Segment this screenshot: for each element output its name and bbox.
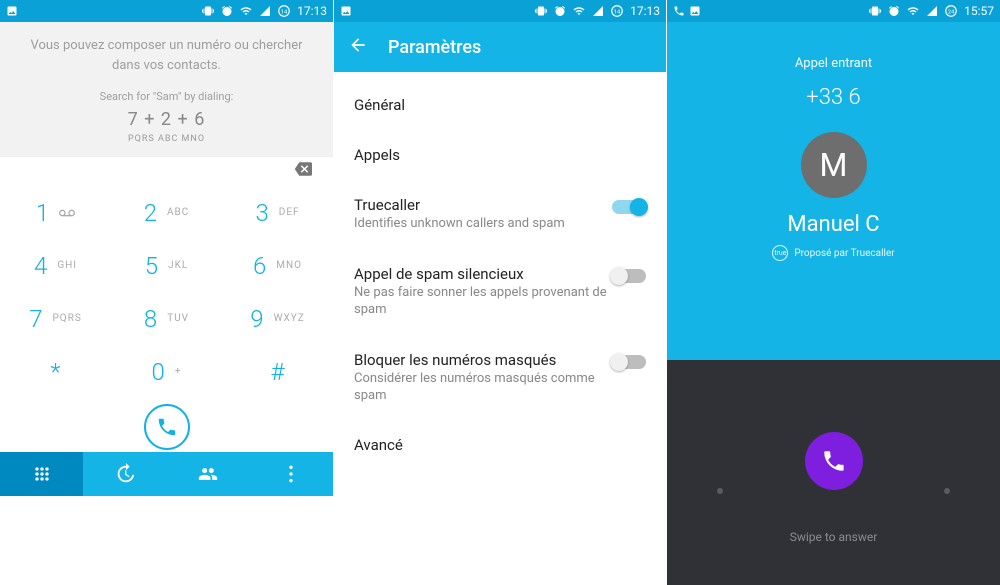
input-row [0, 156, 333, 186]
status-bar: 14 17:13 [0, 0, 333, 22]
status-bar: 24 15:57 [667, 0, 1000, 22]
clock: 17:13 [297, 4, 327, 18]
vibrate-icon [868, 5, 882, 17]
wifi-icon [572, 5, 586, 17]
back-button[interactable] [348, 35, 368, 60]
swipe-hint: Swipe to answer [790, 530, 878, 544]
signal-icon [259, 5, 271, 17]
settings-item-block-masked[interactable]: Bloquer les numéros masquésConsidérer le… [334, 335, 666, 421]
caller-avatar: M [801, 132, 867, 198]
dial-example-letters: PQRS ABC MNO [20, 133, 313, 147]
key-7[interactable]: 7PQRS [0, 292, 111, 345]
image-icon [689, 5, 701, 17]
svg-text:24: 24 [948, 9, 955, 15]
svg-text:14: 14 [614, 9, 621, 15]
swipe-dot-right [944, 488, 950, 494]
truecaller-toggle[interactable] [612, 200, 646, 214]
block-masked-toggle[interactable] [612, 355, 646, 369]
voicemail-icon [59, 208, 75, 218]
alarm-icon [221, 5, 233, 17]
silent-spam-toggle[interactable] [612, 269, 646, 283]
call-info-panel: Appel entrant +33 6 M Manuel C true Prop… [667, 22, 1000, 360]
settings-item-calls[interactable]: Appels [334, 130, 666, 180]
key-0[interactable]: 0+ [111, 345, 222, 398]
settings-item-truecaller[interactable]: TruecallerIdentifies unknown callers and… [334, 180, 666, 249]
dialer-hint-area: Vous pouvez composer un numéro ou cherch… [0, 22, 333, 156]
incoming-call-screen: 24 15:57 Appel entrant +33 6 M Manuel C … [667, 0, 1000, 585]
key-6[interactable]: 6MNO [222, 239, 333, 292]
call-status: Appel entrant [667, 56, 1000, 71]
battery-circle-icon: 24 [944, 4, 958, 18]
key-star[interactable]: * [0, 345, 111, 398]
keypad: 1 2ABC 3DEF 4GHI 5JKL 6MNO 7PQRS 8TUV 9W… [0, 186, 333, 398]
alarm-icon [888, 5, 900, 17]
settings-item-advanced[interactable]: Avancé [334, 420, 666, 470]
caller-number: +33 6 [667, 85, 1000, 110]
vibrate-icon [201, 5, 215, 17]
call-action-panel: Swipe to answer [667, 360, 1000, 585]
nav-contacts[interactable] [167, 452, 250, 496]
key-9[interactable]: 9WXYZ [222, 292, 333, 345]
swipe-dot-left [717, 488, 723, 494]
image-icon [340, 5, 352, 17]
backspace-button[interactable] [291, 160, 315, 182]
nav-dialpad[interactable] [0, 452, 83, 496]
key-hash[interactable]: # [222, 345, 333, 398]
key-1[interactable]: 1 [0, 186, 111, 239]
nav-recents[interactable] [83, 452, 166, 496]
battery-circle-icon: 14 [277, 4, 291, 18]
image-icon [6, 5, 18, 17]
key-8[interactable]: 8TUV [111, 292, 222, 345]
truecaller-attribution: true Proposé par Truecaller [667, 245, 1000, 261]
settings-item-general[interactable]: Général [334, 80, 666, 130]
key-4[interactable]: 4GHI [0, 239, 111, 292]
truecaller-badge-icon: true [772, 245, 788, 261]
wifi-icon [239, 5, 253, 17]
caller-name: Manuel C [667, 212, 1000, 237]
compose-hint: Vous pouvez composer un numéro ou cherch… [20, 36, 313, 75]
key-3[interactable]: 3DEF [222, 186, 333, 239]
settings-item-silent-spam[interactable]: Appel de spam silencieuxNe pas faire son… [334, 249, 666, 335]
settings-title: Paramètres [388, 37, 481, 58]
bottom-nav [0, 452, 333, 496]
settings-list: Général Appels TruecallerIdentifies unkn… [334, 72, 666, 478]
key-5[interactable]: 5JKL [111, 239, 222, 292]
vibrate-icon [534, 5, 548, 17]
dialer-screen: 14 17:13 Vous pouvez composer un numéro … [0, 0, 333, 585]
search-hint: Search for "Sam" by dialing: [20, 89, 313, 106]
signal-icon [926, 5, 938, 17]
signal-icon [592, 5, 604, 17]
settings-screen: 14 17:13 Paramètres Général Appels Truec… [333, 0, 667, 585]
answer-button[interactable] [805, 432, 863, 490]
status-bar: 14 17:13 [334, 0, 666, 22]
battery-circle-icon: 14 [610, 4, 624, 18]
alarm-icon [554, 5, 566, 17]
settings-header: Paramètres [334, 22, 666, 72]
clock: 17:13 [630, 4, 660, 18]
svg-text:14: 14 [281, 9, 288, 15]
dial-example: 7 + 2 + 6 [20, 106, 313, 133]
swipe-track [667, 488, 1000, 494]
clock: 15:57 [964, 4, 994, 18]
phone-icon [673, 5, 685, 17]
nav-overflow[interactable] [250, 452, 333, 496]
call-button[interactable] [144, 404, 190, 450]
wifi-icon [906, 5, 920, 17]
key-2[interactable]: 2ABC [111, 186, 222, 239]
